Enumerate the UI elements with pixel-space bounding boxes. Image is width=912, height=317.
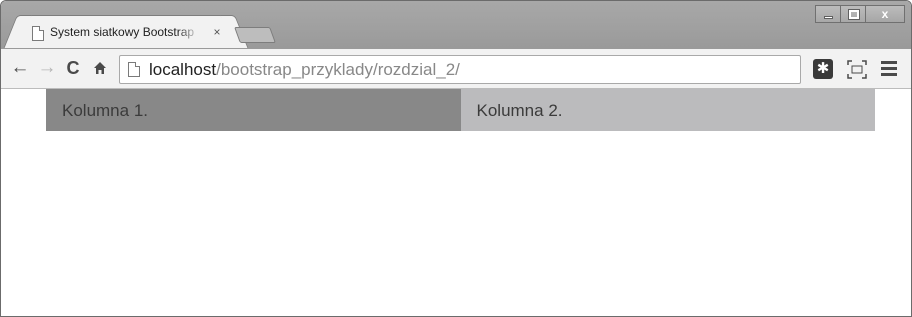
column-1: Kolumna 1. [46,89,461,131]
grid-row: Kolumna 1. Kolumna 2. [46,89,875,131]
new-tab-button[interactable] [234,27,276,43]
tab-title: System siatkowy Bootstrap [50,25,195,39]
cast-icon[interactable] [847,60,867,79]
window-controls: x [815,5,905,23]
page-viewport: Kolumna 1. Kolumna 2. [1,89,911,316]
forward-button[interactable]: → [36,57,58,79]
extension-button[interactable]: ✱ [813,59,833,79]
tab-content: System siatkowy Bootstrap × [18,16,234,48]
url-host: localhost [149,60,217,79]
back-button[interactable]: ← [9,57,31,79]
close-window-button[interactable]: x [865,5,905,23]
url-path: /bootstrap_przyklady/rozdzial_2/ [216,60,460,79]
menu-line [881,61,897,64]
menu-line [881,67,897,70]
maximize-button[interactable] [840,5,866,23]
column-2: Kolumna 2. [460,89,875,131]
page-icon [32,26,44,41]
maximize-icon [848,9,860,20]
address-bar[interactable]: localhost/bootstrap_przyklady/rozdzial_2… [119,55,801,84]
minimize-icon [824,16,833,19]
hamburger-menu-icon[interactable] [881,61,897,77]
menu-line [881,73,897,76]
browser-toolbar: ← → C localhost/bootstrap_przyklady/rozd… [1,48,911,89]
browser-window: System siatkowy Bootstrap × x ← → C loca… [0,0,912,317]
page-icon [128,62,140,77]
home-icon [94,62,106,74]
minimize-button[interactable] [815,5,841,23]
title-bar: System siatkowy Bootstrap × x [1,1,911,48]
tab-close-button[interactable]: × [210,24,224,40]
browser-tab[interactable]: System siatkowy Bootstrap × [17,15,235,48]
url-text[interactable]: localhost/bootstrap_przyklady/rozdzial_2… [149,60,460,80]
home-button[interactable] [89,57,111,79]
reload-button[interactable]: C [62,57,84,79]
close-icon: x [881,7,889,21]
